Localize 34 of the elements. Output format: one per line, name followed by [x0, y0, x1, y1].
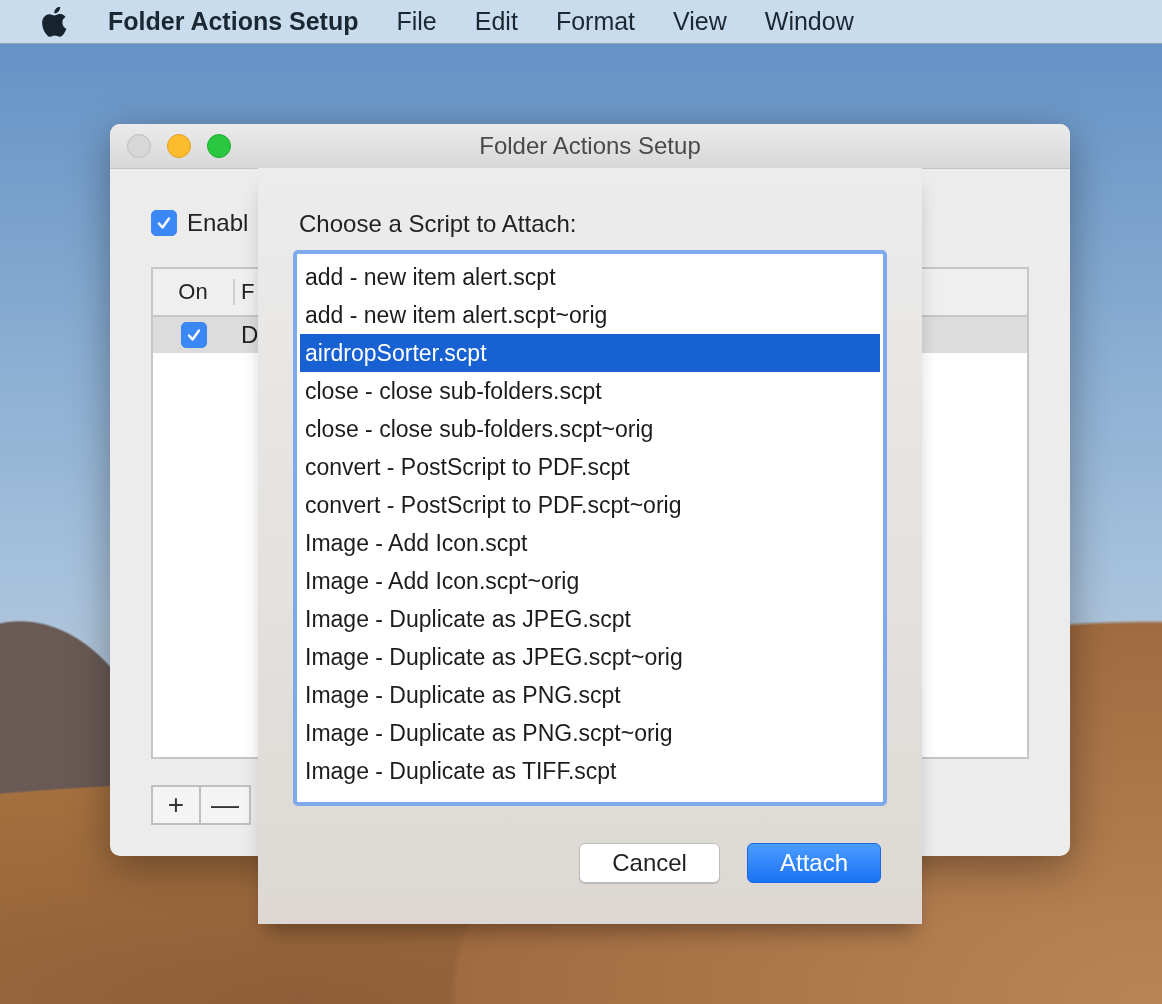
- script-list-item[interactable]: Image - Duplicate as TIFF.scpt: [300, 752, 880, 790]
- app-name-menu[interactable]: Folder Actions Setup: [108, 7, 359, 36]
- script-list-item[interactable]: convert - PostScript to PDF.scpt~orig: [300, 486, 880, 524]
- script-list-item[interactable]: Image - Add Icon.scpt~orig: [300, 562, 880, 600]
- column-header[interactable]: On: [153, 279, 235, 305]
- script-list-item[interactable]: Image - Add Icon.scpt: [300, 524, 880, 562]
- checkbox[interactable]: [181, 322, 207, 348]
- remove-button[interactable]: —: [201, 785, 251, 825]
- script-list-item[interactable]: add - new item alert.scpt: [300, 258, 880, 296]
- script-list-item[interactable]: airdropSorter.scpt: [300, 334, 880, 372]
- script-list-item[interactable]: Image - Duplicate as JPEG.scpt~orig: [300, 638, 880, 676]
- sheet-prompt: Choose a Script to Attach:: [299, 210, 578, 238]
- menu-item[interactable]: Format: [555, 7, 636, 36]
- attach-button[interactable]: Attach: [746, 843, 881, 883]
- script-list-item[interactable]: close - close sub-folders.scpt~orig: [300, 410, 880, 448]
- zoom-button-icon[interactable]: [207, 134, 231, 158]
- cancel-button[interactable]: Cancel: [579, 843, 720, 883]
- checkbox[interactable]: [151, 210, 177, 236]
- menu-item[interactable]: View: [673, 7, 727, 36]
- menu-item[interactable]: File: [396, 7, 437, 36]
- menu-item[interactable]: Edit: [474, 7, 518, 36]
- script-list-item[interactable]: Image - Duplicate as PNG.scpt: [300, 676, 880, 714]
- script-list-item[interactable]: convert - PostScript to PDF.scpt: [300, 448, 880, 486]
- window-title: Folder Actions Setup: [479, 132, 701, 159]
- menu-item[interactable]: Window: [764, 7, 854, 36]
- script-list-item[interactable]: Image - Duplicate as JPEG.scpt: [300, 600, 880, 638]
- column-header[interactable]: F: [235, 279, 255, 305]
- apple-logo-icon[interactable]: [42, 6, 68, 37]
- table-cell-text: D: [240, 321, 259, 349]
- add-button[interactable]: +: [151, 785, 201, 825]
- script-list-item[interactable]: Image - Duplicate as PNG.scpt~orig: [300, 714, 880, 752]
- checkbox-label: Enabl: [187, 209, 249, 237]
- script-list-item[interactable]: add - new item alert.scpt~orig: [300, 296, 880, 334]
- script-list-item[interactable]: close - close sub-folders.scpt: [300, 372, 880, 410]
